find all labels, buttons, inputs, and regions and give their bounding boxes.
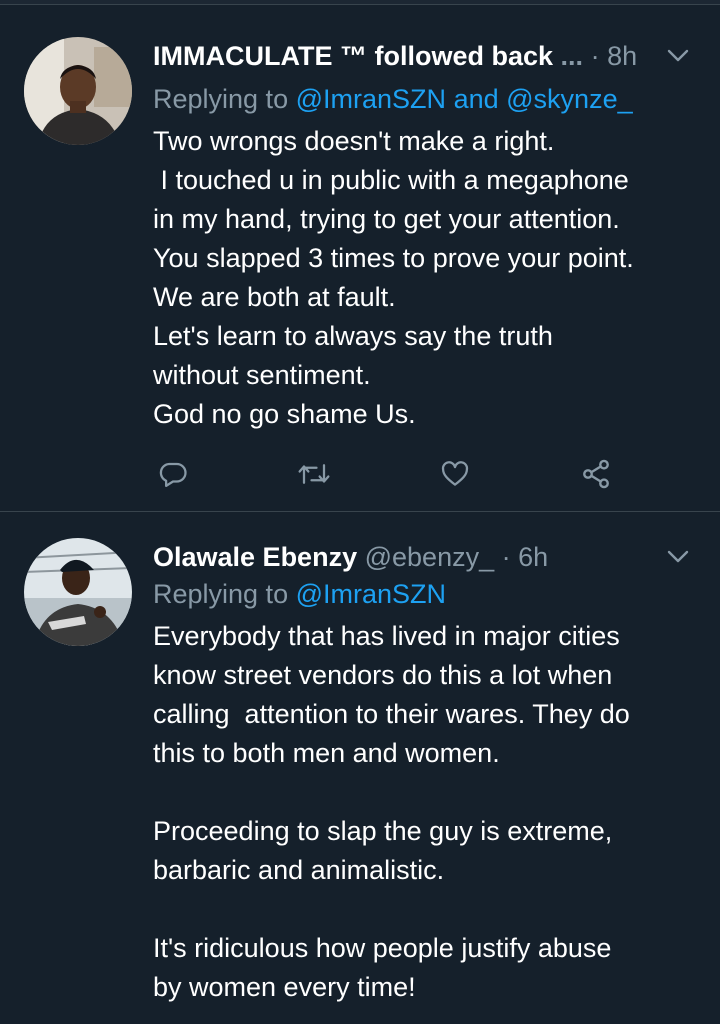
- replying-to-label: Replying to: [153, 84, 289, 114]
- chevron-down-icon[interactable]: [664, 539, 692, 575]
- tweet-header: Olawale Ebenzy @ebenzy_ · 6h: [153, 539, 692, 575]
- tweet-header: IMMACULATE ™ followed back ... · 8h: [153, 38, 692, 74]
- tweet-text-line: Two wrongs doesn't make a right.: [153, 126, 555, 156]
- tweet-text-line: barbaric and animalistic.: [153, 855, 445, 885]
- tweet-text-line: Proceeding to slap the guy is extreme,: [153, 816, 613, 846]
- tweet-text-line: Let's learn to always say the truth: [153, 321, 553, 351]
- mention-link[interactable]: @ImranSZN: [296, 579, 446, 609]
- retweet-icon[interactable]: [294, 454, 334, 494]
- tweet-text-line: know street vendors do this a lot when: [153, 660, 613, 690]
- tweet-text-line: I touched u in public with a megaphone: [153, 165, 629, 195]
- avatar[interactable]: [24, 538, 132, 646]
- mention-joiner[interactable]: and: [454, 84, 499, 114]
- replying-to: Replying to @ImranSZN and @skynze_: [153, 81, 633, 117]
- tweet-text: Two wrongs doesn't make a right. I touch…: [153, 122, 700, 434]
- tweet-text-line: [153, 890, 700, 929]
- tweet-text-line: this to both men and women.: [153, 738, 500, 768]
- mention-link[interactable]: @ImranSZN: [296, 84, 446, 114]
- tweet-text-line: [153, 773, 700, 812]
- tweet-text-line: without sentiment.: [153, 360, 371, 390]
- name-truncation: ...: [560, 41, 584, 71]
- tweet-actions: [153, 454, 623, 494]
- tweet-text-line: calling attention to their wares. They d…: [153, 699, 630, 729]
- tweet[interactable]: Olawale Ebenzy @ebenzy_ · 6h Replying to…: [0, 511, 720, 1024]
- tweet-text-line: We are both at fault.: [153, 282, 396, 312]
- separator-dot: ·: [501, 542, 511, 572]
- author-handle[interactable]: @ebenzy_: [365, 542, 495, 572]
- tweet-text-line: Everybody that has lived in major cities: [153, 621, 620, 651]
- tweet-text-line: It's ridiculous how people justify abuse: [153, 933, 612, 963]
- tweet-time[interactable]: 6h: [518, 542, 548, 572]
- tweet-text-line: by women every time!: [153, 972, 416, 1002]
- tweet-text-line: God no go shame Us.: [153, 399, 416, 429]
- share-icon[interactable]: [576, 454, 616, 494]
- mention-link[interactable]: @skynze_: [506, 84, 632, 114]
- tweet-time[interactable]: 8h: [607, 41, 637, 71]
- chevron-down-icon[interactable]: [664, 38, 692, 74]
- replying-to: Replying to @ImranSZN: [153, 576, 446, 612]
- reply-icon[interactable]: [153, 454, 193, 494]
- like-icon[interactable]: [435, 454, 475, 494]
- avatar[interactable]: [24, 37, 132, 145]
- replying-to-label: Replying to: [153, 579, 289, 609]
- separator-dot: ·: [590, 41, 600, 71]
- tweet-text-line: You slapped 3 times to prove your point.: [153, 243, 634, 273]
- tweet-text: Everybody that has lived in major cities…: [153, 617, 700, 1007]
- author-name[interactable]: IMMACULATE ™ followed back: [153, 41, 553, 71]
- tweet[interactable]: IMMACULATE ™ followed back ... · 8h Repl…: [0, 5, 720, 511]
- author-name[interactable]: Olawale Ebenzy: [153, 542, 357, 572]
- tweet-text-line: in my hand, trying to get your attention…: [153, 204, 620, 234]
